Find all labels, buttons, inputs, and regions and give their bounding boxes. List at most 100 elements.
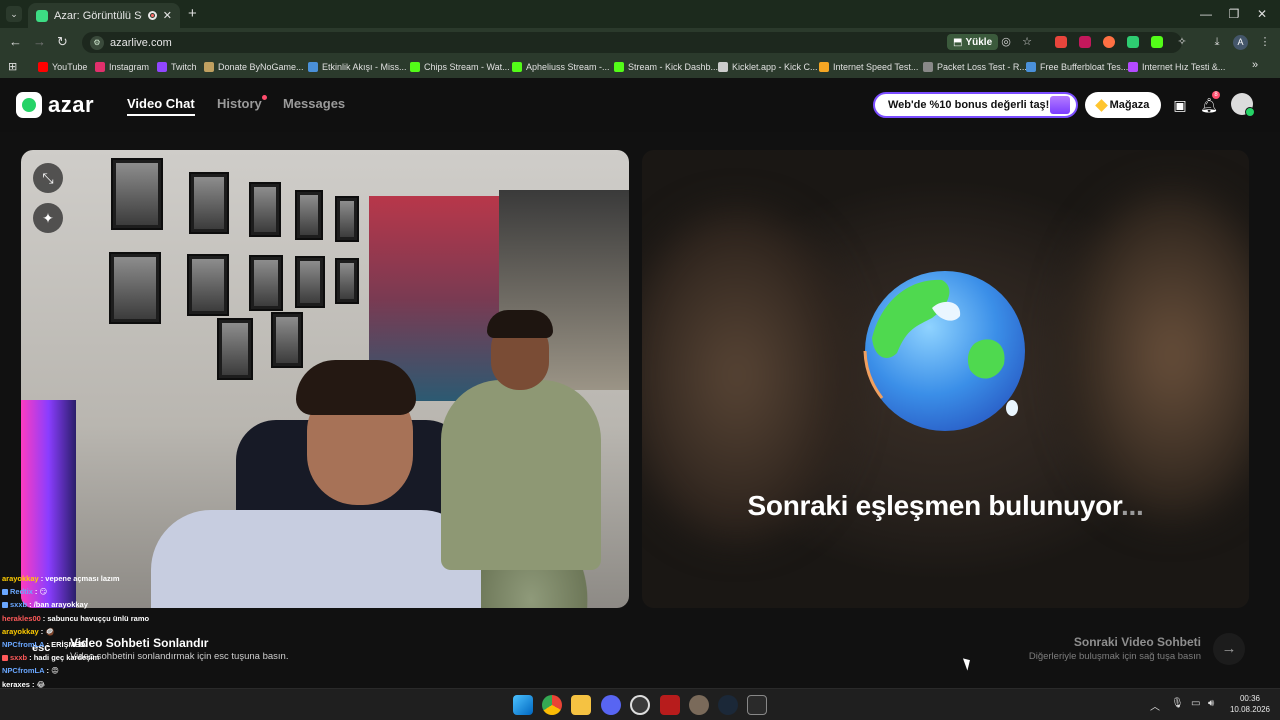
discord-icon[interactable] (601, 695, 621, 715)
forward-icon[interactable]: → (33, 34, 46, 49)
eye-off-icon[interactable]: ◎ (999, 35, 1013, 49)
shop-button[interactable]: Mağaza (1085, 92, 1161, 118)
chat-text: : hadi geç kardeşim (29, 653, 100, 663)
chat-text: : 😡 (46, 666, 59, 676)
epic-games-icon[interactable] (747, 695, 767, 715)
nav-history[interactable]: History (217, 96, 262, 111)
packetloss-icon (923, 62, 933, 72)
star-icon[interactable]: ☆ (1020, 35, 1034, 49)
bookmark-bufferbloat[interactable]: Free Bufferbloat Tes... (1026, 60, 1128, 74)
remote-video: Sonraki eşleşmen bulunuyor... (642, 150, 1249, 608)
chat-message: sxxb: hadi geç kardeşim (2, 651, 292, 664)
microphone-icon[interactable]: 🎙︎ (1171, 698, 1184, 709)
wall-photo (271, 312, 303, 368)
kick-extension-icon[interactable] (1151, 36, 1163, 48)
install-app-button[interactable]: ⬒ Yükle (947, 34, 999, 50)
bookmark-youtube[interactable]: YouTube (38, 60, 87, 74)
address-bar[interactable]: ⚙ azarlive.com (82, 32, 1182, 53)
history-notification-dot (262, 95, 267, 100)
gift-icon (1050, 96, 1070, 114)
chat-text: : 🥥 (40, 626, 55, 636)
app-icon[interactable] (689, 695, 709, 715)
inventory-box-icon[interactable]: ▣ (1170, 95, 1190, 115)
site-info-icon[interactable]: ⚙ (90, 35, 104, 50)
close-window-icon[interactable]: ✕ (1252, 4, 1272, 24)
maximize-icon[interactable]: ❐ (1224, 4, 1244, 24)
extension-icon-3[interactable] (1103, 36, 1115, 48)
effects-wand-icon[interactable]: ✦ (33, 203, 63, 233)
windows-start-icon[interactable] (513, 695, 533, 715)
download-icon[interactable]: ⤓ (1210, 35, 1224, 49)
extension-icon-1[interactable] (1055, 36, 1067, 48)
next-chat-title: Sonraki Video Sohbeti (1073, 635, 1201, 649)
gem-icon (1094, 98, 1108, 112)
apps-grid-icon[interactable]: ⊞ (8, 60, 17, 73)
instagram-icon (95, 62, 105, 72)
next-chat-arrow-button[interactable]: → (1213, 633, 1245, 665)
azar-logo-icon (16, 92, 42, 118)
next-chat-hint: Diğerleriyle buluşmak için sağ tuşa bası… (1028, 651, 1201, 662)
wall-photo (335, 196, 359, 242)
bookmark-bynogame[interactable]: Donate ByNoGame... (204, 60, 304, 74)
volume-icon[interactable]: 🔊︎ (1208, 698, 1214, 709)
wall-photo (109, 252, 161, 324)
azar-favicon-icon (36, 9, 48, 22)
streamelements-icon (308, 62, 318, 72)
profile-avatar[interactable]: A (1233, 35, 1248, 50)
blurred-background (1062, 190, 1249, 520)
wall-photo (187, 254, 229, 316)
tab-search-icon[interactable]: ⌄ (6, 6, 22, 22)
steam-icon[interactable] (718, 695, 738, 715)
chat-username: arayokkay (2, 574, 39, 583)
more-bookmarks-icon[interactable]: » (1252, 59, 1258, 71)
bookmark-twitch[interactable]: Twitch (157, 60, 197, 74)
user-avatar[interactable] (1231, 93, 1255, 117)
wall-photo (217, 318, 253, 380)
bookmark-etkinlik[interactable]: Etkinlik Akışı - Miss... (308, 60, 407, 74)
new-tab-button[interactable]: + (188, 5, 197, 22)
nav-messages[interactable]: Messages (283, 96, 345, 111)
extensions-puzzle-icon[interactable]: ✧ (1175, 35, 1189, 49)
kicklet-icon (718, 62, 728, 72)
bookmark-kicklet[interactable]: Kicklet.app - Kick C... (718, 60, 818, 74)
chat-text: : vepene açması lazım (40, 574, 120, 583)
nav-video-chat[interactable]: Video Chat (127, 96, 195, 116)
bookmark-label: Twitch (171, 62, 197, 72)
bookmark-chips-stream[interactable]: Chips Stream - Wat... (410, 60, 510, 74)
chat-badge-icon (2, 654, 8, 661)
reload-icon[interactable]: ↻ (57, 34, 68, 50)
chat-message: arayokkay: 🥥 (2, 625, 292, 638)
bookmark-instagram[interactable]: Instagram (95, 60, 149, 74)
bookmark-apheliuss[interactable]: Apheliuss Stream -... (512, 60, 610, 74)
bookmarks-bar: ⊞ YouTube Instagram Twitch Donate ByNoGa… (0, 56, 1280, 78)
tray-chevron-icon[interactable]: ︿ (1150, 698, 1160, 713)
back-icon[interactable]: ← (9, 34, 22, 49)
tab-close-icon[interactable]: ✕ (163, 9, 172, 22)
app-icon[interactable] (660, 695, 680, 715)
wall-photo (189, 172, 229, 234)
minimize-icon[interactable]: — (1196, 4, 1216, 24)
file-explorer-icon[interactable] (571, 695, 591, 715)
minimize-video-icon[interactable]: ⤡ (33, 163, 63, 193)
bookmark-packet-loss[interactable]: Packet Loss Test - R... (923, 60, 1027, 74)
obs-icon[interactable] (630, 695, 650, 715)
promo-banner[interactable]: Web'de %10 bonus değerli taş! (873, 92, 1078, 118)
chrome-icon[interactable] (542, 695, 562, 715)
browser-tab-azar[interactable]: Azar: Görüntülü Sohbet & V ✕ (28, 3, 180, 28)
network-icon[interactable]: ▭ (1191, 698, 1200, 709)
extension-icon-2[interactable] (1079, 36, 1091, 48)
more-menu-icon[interactable]: ⋮ (1258, 35, 1272, 49)
bookmark-label: Donate ByNoGame... (218, 62, 304, 72)
bookmark-hiz-testi[interactable]: Internet Hız Testi &... (1128, 60, 1225, 74)
bookmark-speed-test[interactable]: Internet Speed Test... (819, 60, 918, 74)
tab-title: Azar: Görüntülü Sohbet & V (54, 9, 142, 22)
azar-logo[interactable]: azar (16, 92, 94, 118)
chat-username: herakles00 (2, 613, 41, 623)
hiztesti-icon (1128, 62, 1138, 72)
bookmark-label: Apheliuss Stream -... (526, 62, 610, 72)
taskbar-clock[interactable]: 00:36 10.08.2026 (1228, 693, 1272, 715)
bookmark-label: Etkinlik Akışı - Miss... (322, 62, 407, 72)
wall-photo (295, 256, 325, 308)
shield-extension-icon[interactable] (1127, 36, 1139, 48)
bookmark-kick-dashboard[interactable]: Stream - Kick Dashb... (614, 60, 718, 74)
